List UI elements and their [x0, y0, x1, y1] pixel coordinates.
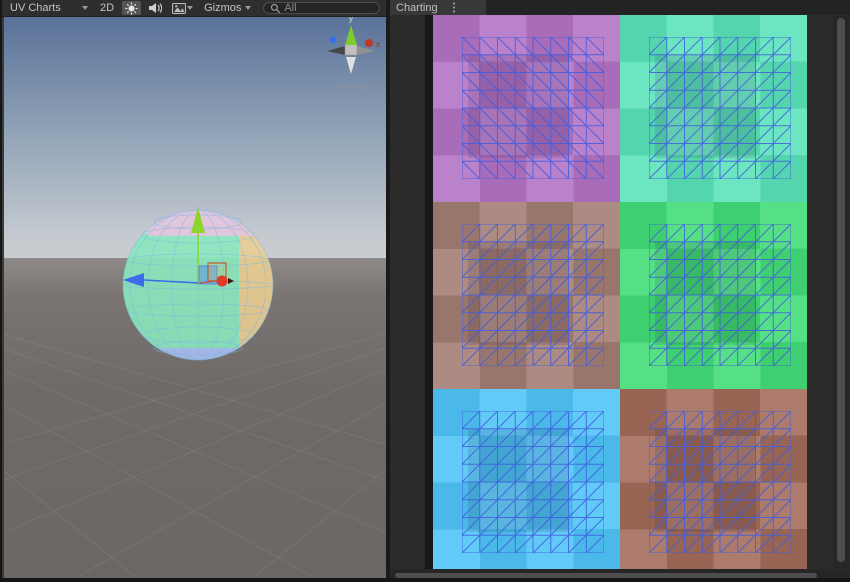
gizmo-z-dot[interactable] — [330, 37, 337, 44]
charting-panel: Charting — [390, 0, 850, 582]
unity-editor-window: UV Charts 2D — [0, 0, 850, 582]
uv-chart-tile-blue — [433, 389, 620, 569]
charting-tab-bar: Charting — [390, 0, 850, 15]
uv-chart-tile-mauve — [433, 202, 620, 389]
tab-charting-label: Charting — [396, 2, 438, 14]
chevron-down-icon — [187, 6, 193, 10]
chevron-down-icon — [82, 6, 88, 10]
gizmos-label: Gizmos — [204, 2, 241, 14]
pane-menu-icon[interactable] — [452, 2, 456, 13]
x-axis-arrow[interactable] — [217, 276, 228, 287]
persp-arrow-icon: < — [335, 82, 341, 93]
scene-view-panel: UV Charts 2D — [0, 0, 386, 582]
uv-chart-tile-terracotta — [620, 389, 807, 569]
scene-search-input[interactable]: All — [263, 2, 380, 14]
uv-chart-grid — [425, 15, 807, 569]
toggle-2d-label: 2D — [100, 2, 114, 14]
search-icon — [270, 3, 281, 14]
scene-viewport[interactable]: y x < Persp — [4, 17, 388, 578]
speaker-icon — [148, 2, 162, 14]
scene-lighting-toggle[interactable] — [122, 1, 141, 15]
uv-wireframe — [462, 37, 604, 179]
uv-chart-tile-teal — [620, 15, 807, 202]
uv-wireframe — [649, 411, 791, 553]
vertical-scrollbar[interactable] — [833, 16, 849, 568]
gizmo-cube[interactable] — [345, 44, 357, 55]
chevron-down-icon — [245, 6, 251, 10]
uv-chart-tile-purple — [433, 15, 620, 202]
search-filter-value: All — [284, 2, 296, 14]
axis-y-label: y — [349, 17, 354, 23]
scene-3d-render: y x < Persp — [4, 17, 388, 578]
uv-chart-tile-green — [620, 202, 807, 389]
uv-wireframe — [649, 224, 791, 366]
scene-audio-toggle[interactable] — [145, 1, 165, 15]
uv-wireframe — [462, 224, 604, 366]
vertical-scrollbar-thumb[interactable] — [837, 18, 845, 562]
scene-effects-dropdown[interactable] — [169, 1, 196, 15]
tab-charting[interactable]: Charting — [390, 0, 486, 15]
gizmo-x-dot[interactable] — [365, 39, 373, 47]
projection-mode-label[interactable]: Persp — [347, 82, 372, 93]
uv-wireframe — [462, 411, 604, 553]
gizmos-dropdown[interactable]: Gizmos — [200, 1, 255, 16]
toggle-2d-button[interactable]: 2D — [96, 1, 118, 16]
sun-icon — [125, 2, 138, 15]
draw-mode-dropdown[interactable]: UV Charts — [6, 1, 92, 16]
scene-toolbar: UV Charts 2D — [2, 0, 386, 17]
window-bottom-edge — [0, 578, 850, 582]
image-effects-icon — [172, 3, 187, 14]
draw-mode-label: UV Charts — [10, 2, 61, 14]
uv-wireframe — [649, 37, 791, 179]
axis-x-label: x — [376, 40, 380, 49]
